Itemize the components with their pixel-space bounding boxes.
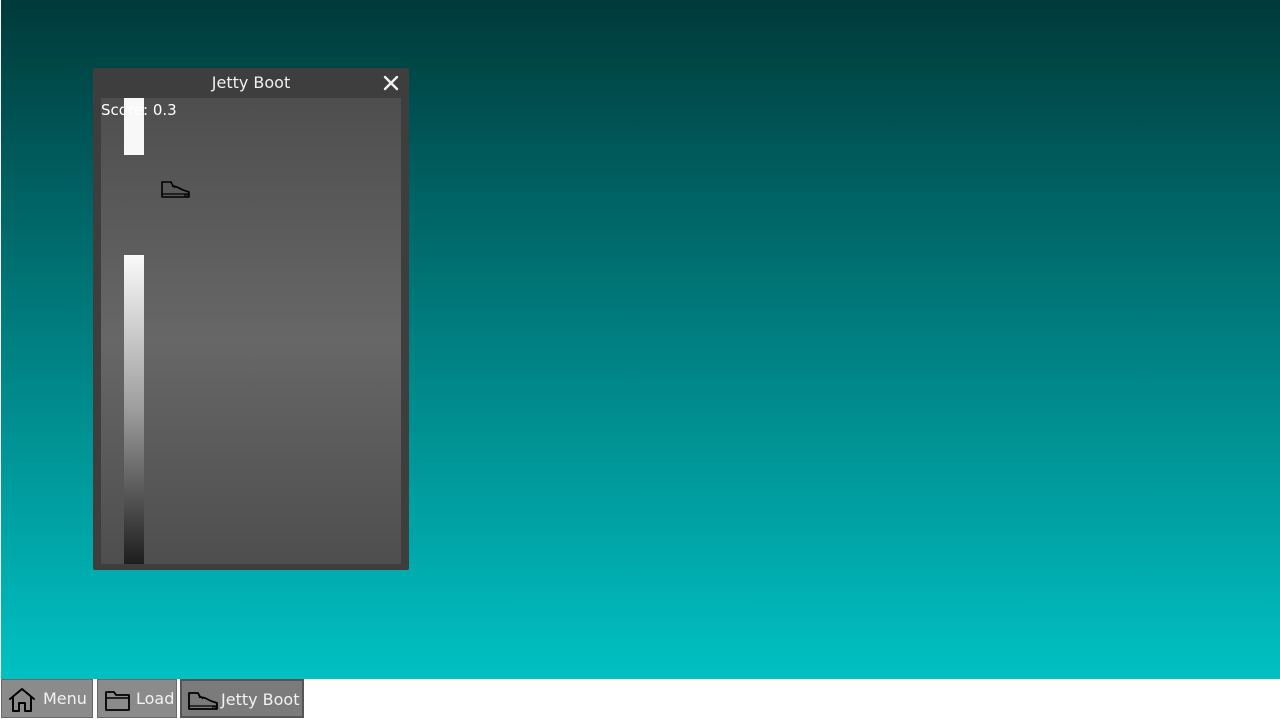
desktop-background: Jetty Boot Score: 0.3 <box>0 0 1280 679</box>
player-shoe <box>159 180 191 200</box>
taskbar-jetty-boot-button[interactable]: Jetty Boot <box>180 679 304 718</box>
window-titlebar[interactable]: Jetty Boot <box>93 68 409 98</box>
window-title: Jetty Boot <box>211 73 291 92</box>
taskbar-menu-button[interactable]: Menu <box>1 679 93 718</box>
shoe-icon <box>161 181 190 198</box>
shoe-icon <box>186 688 218 714</box>
close-icon <box>383 75 399 91</box>
taskbar-menu-label: Menu <box>43 689 87 708</box>
taskbar-jetty-boot-label: Jetty Boot <box>221 690 300 709</box>
taskbar: Menu Load Jetty Boot <box>0 679 1280 718</box>
game-canvas[interactable]: Score: 0.3 <box>101 98 401 564</box>
home-icon <box>8 687 36 713</box>
taskbar-load-label: Load <box>136 689 175 708</box>
taskbar-load-button[interactable]: Load <box>97 679 177 718</box>
close-button[interactable] <box>381 73 401 93</box>
score-label: Score: 0.3 <box>101 101 177 119</box>
folder-icon <box>104 687 132 713</box>
obstacle-bottom <box>124 255 144 564</box>
game-window[interactable]: Jetty Boot Score: 0.3 <box>93 68 409 570</box>
